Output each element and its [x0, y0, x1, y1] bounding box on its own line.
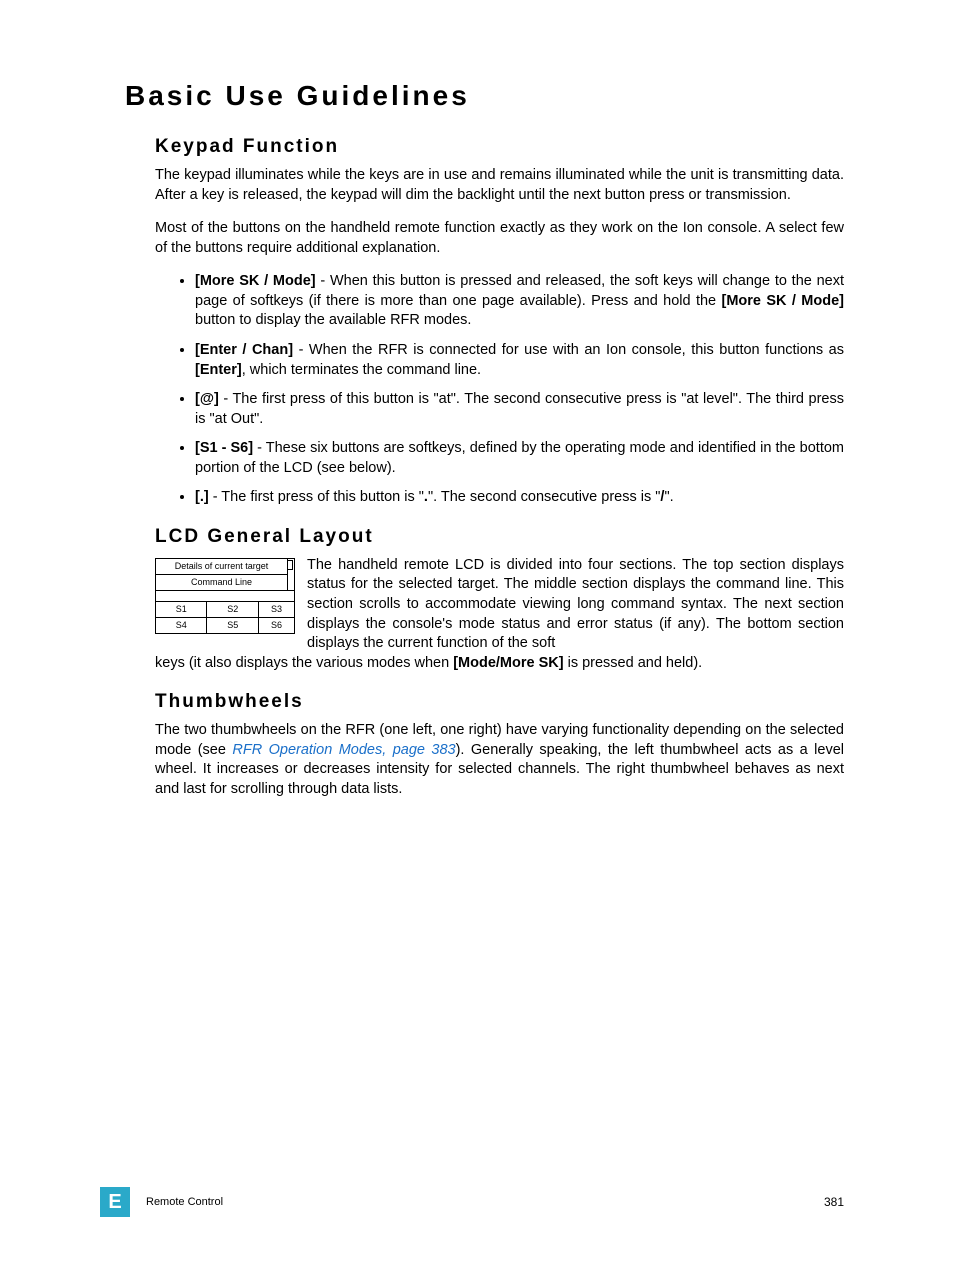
document-page: Basic Use Guidelines Keypad Function The…: [0, 0, 954, 1272]
key-label: [Enter / Chan]: [195, 342, 293, 358]
lcd-row-command: Command Line: [156, 574, 288, 590]
text-fragment: is pressed and held).: [564, 655, 703, 671]
cross-reference-link[interactable]: RFR Operation Modes, page 383: [232, 742, 455, 758]
page-number: 381: [824, 1195, 844, 1209]
item-text: - The first press of this button is "at"…: [195, 391, 844, 427]
text-fragment: keys (it also displays the various modes…: [155, 655, 453, 671]
lcd-row-status: [156, 590, 295, 601]
footer-section-title: Remote Control: [146, 1196, 824, 1208]
lcd-softkey-s2: S2: [207, 601, 258, 617]
key-label: [@]: [195, 391, 219, 407]
item-text: - The first press of this button is ": [209, 489, 424, 505]
item-text: , which terminates the command line.: [242, 362, 481, 378]
key-label: [Enter]: [195, 362, 242, 378]
lcd-softkey-s1: S1: [156, 601, 207, 617]
key-label: [More SK / Mode]: [195, 273, 316, 289]
lcd-softkey-s5: S5: [207, 617, 258, 633]
item-text: - These six buttons are softkeys, define…: [195, 440, 844, 476]
key-label: [.]: [195, 489, 209, 505]
key-label: [More SK / Mode]: [722, 293, 844, 309]
thumbwheels-heading: Thumbwheels: [155, 691, 844, 713]
key-label: [Mode/More SK]: [453, 655, 563, 671]
keypad-list: [More SK / Mode] - When this button is p…: [155, 272, 844, 508]
keypad-p2: Most of the buttons on the handheld remo…: [155, 219, 844, 258]
lcd-softkey-s3: S3: [258, 601, 294, 617]
keypad-p1: The keypad illuminates while the keys ar…: [155, 166, 844, 205]
list-item: [.] - The first press of this button is …: [195, 488, 844, 508]
item-text: - When the RFR is connected for use with…: [293, 342, 844, 358]
lcd-heading: LCD General Layout: [155, 526, 844, 548]
thumbwheels-description: The two thumbwheels on the RFR (one left…: [155, 721, 844, 799]
list-item: [More SK / Mode] - When this button is p…: [195, 272, 844, 331]
lcd-row-target: Details of current target: [156, 558, 288, 574]
lcd-softkey-s6: S6: [258, 617, 294, 633]
key-label: [S1 - S6]: [195, 440, 253, 456]
appendix-badge: E: [100, 1187, 130, 1217]
lcd-softkey-s4: S4: [156, 617, 207, 633]
keypad-heading: Keypad Function: [155, 136, 844, 158]
list-item: [@] - The first press of this button is …: [195, 390, 844, 429]
page-footer: E Remote Control 381: [100, 1187, 844, 1217]
page-title: Basic Use Guidelines: [125, 80, 844, 112]
list-item: [S1 - S6] - These six buttons are softke…: [195, 439, 844, 478]
item-text: button to display the available RFR mode…: [195, 312, 471, 328]
item-text: ".: [664, 489, 673, 505]
lcd-scroll-indicator: [288, 558, 295, 590]
lcd-diagram: Details of current target Command Line S…: [155, 558, 295, 634]
list-item: [Enter / Chan] - When the RFR is connect…: [195, 341, 844, 380]
item-text: ". The second consecutive press is ": [428, 489, 660, 505]
lcd-description-cont: keys (it also displays the various modes…: [155, 654, 844, 674]
